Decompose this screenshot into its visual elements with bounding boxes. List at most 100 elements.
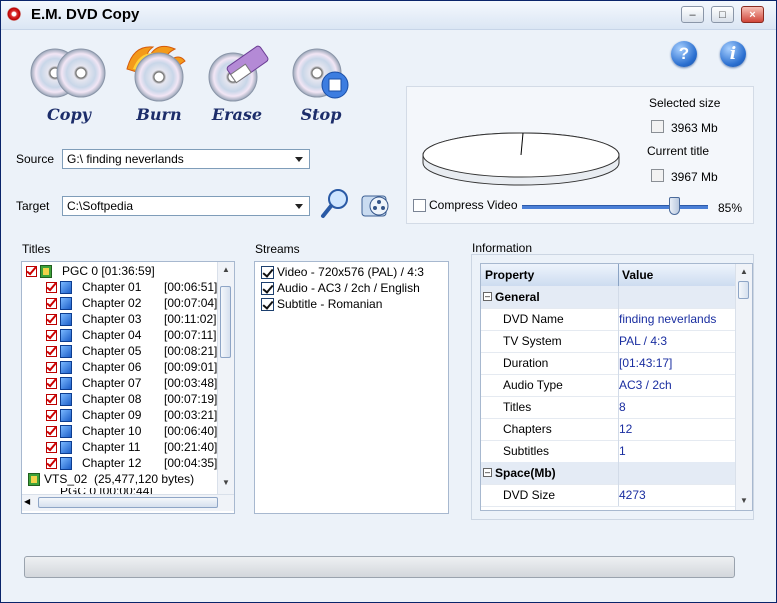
- information-frame: Property Value – General DVD Name finding …: [471, 254, 754, 520]
- current-title-label: Current title: [647, 144, 710, 158]
- information-scroll-thumb[interactable]: [738, 281, 749, 299]
- titles-vscroll[interactable]: ▲ ▼: [217, 262, 234, 494]
- close-button[interactable]: ×: [741, 6, 764, 23]
- film-reel-button[interactable]: [359, 186, 393, 220]
- grid-row[interactable]: Audio Type AC3 / 2ch: [481, 374, 737, 397]
- titles-scroll-thumb[interactable]: [220, 286, 231, 358]
- checked-icon[interactable]: [46, 410, 57, 421]
- property-grid[interactable]: Property Value – General DVD Name finding …: [480, 263, 753, 511]
- collapse-icon[interactable]: –: [483, 292, 492, 301]
- category-space[interactable]: – Space(Mb): [481, 462, 737, 485]
- property-name: Titles: [503, 400, 532, 414]
- chapter-icon: [60, 345, 72, 358]
- burn-button[interactable]: Burn: [119, 39, 199, 131]
- grid-row[interactable]: DVD Name finding neverlands: [481, 308, 737, 331]
- chapter-icon: [60, 441, 72, 454]
- film-icon: [28, 473, 40, 486]
- about-icon[interactable]: i: [720, 41, 746, 67]
- chapter-row[interactable]: Chapter 12 [00:04:35]: [26, 456, 217, 472]
- titles-hscroll[interactable]: ◀: [22, 494, 234, 511]
- streams-group-label: Streams: [255, 242, 300, 256]
- stream-subtitle-checkbox[interactable]: [261, 298, 274, 311]
- checked-icon[interactable]: [46, 314, 57, 325]
- checked-icon[interactable]: [46, 362, 57, 373]
- chapter-row[interactable]: Chapter 11 [00:21:40]: [26, 440, 217, 456]
- target-select[interactable]: C:\Softpedia: [62, 196, 310, 216]
- app-disc-icon: [7, 7, 21, 21]
- compress-video-label[interactable]: Compress Video: [429, 198, 518, 212]
- grid-row[interactable]: Subtitles 1: [481, 440, 737, 463]
- chapter-time: [00:03:48]: [164, 376, 218, 390]
- compression-slider[interactable]: [522, 205, 708, 209]
- scroll-up-icon[interactable]: ▲: [219, 263, 233, 277]
- chapter-row[interactable]: Chapter 10 [00:06:40]: [26, 424, 218, 440]
- checked-icon[interactable]: [46, 346, 57, 357]
- compression-slider-thumb[interactable]: [669, 197, 681, 215]
- scroll-down-icon[interactable]: ▼: [219, 476, 233, 490]
- chapter-time: [00:06:40]: [164, 424, 218, 438]
- chapter-row[interactable]: Chapter 07 [00:03:48]: [26, 376, 218, 392]
- help-icon[interactable]: ?: [671, 41, 697, 67]
- chapter-row[interactable]: Chapter 04 [00:07:11]: [26, 328, 217, 344]
- category-general[interactable]: – General: [481, 286, 737, 309]
- col-property[interactable]: Property: [485, 268, 534, 282]
- col-value[interactable]: Value: [622, 268, 653, 282]
- streams-list[interactable]: Video - 720x576 (PAL) / 4:3 Audio - AC3 …: [254, 261, 449, 514]
- target-label: Target: [16, 199, 50, 213]
- film-icon: [40, 265, 52, 278]
- information-vscroll[interactable]: ▲ ▼: [735, 264, 752, 510]
- tree-vts[interactable]: VTS_02 (25,477,120 bytes): [26, 472, 226, 488]
- title-bar[interactable]: E.M. DVD Copy – □ ×: [1, 1, 776, 30]
- chapter-name: Chapter 10: [82, 424, 142, 438]
- chapter-row[interactable]: Chapter 01 [00:06:51]: [26, 280, 217, 296]
- scroll-down-icon[interactable]: ▼: [737, 494, 751, 508]
- chapter-row[interactable]: Chapter 02 [00:07:04]: [26, 296, 217, 312]
- chapter-icon: [60, 361, 72, 374]
- stream-audio-checkbox[interactable]: [261, 282, 274, 295]
- checked-icon[interactable]: [26, 266, 37, 277]
- checked-icon[interactable]: [46, 458, 57, 469]
- information-group-label: Information: [472, 241, 533, 255]
- checked-icon[interactable]: [46, 394, 57, 405]
- chapter-row[interactable]: Chapter 09 [00:03:21]: [26, 408, 217, 424]
- chapter-icon: [60, 409, 72, 422]
- checked-icon[interactable]: [46, 330, 57, 341]
- stop-button[interactable]: Stop: [281, 39, 361, 131]
- chapter-name: Chapter 03: [82, 312, 142, 326]
- collapse-icon[interactable]: –: [483, 468, 492, 477]
- checked-icon[interactable]: [46, 298, 57, 309]
- chapter-name: Chapter 04: [82, 328, 142, 342]
- titles-tree[interactable]: PGC 0 [01:36:59] Chapter 01 [00:06:51] Cha…: [21, 261, 235, 514]
- vts-bytes: (25,477,120 bytes): [94, 472, 195, 486]
- erase-button[interactable]: Erase: [197, 39, 277, 131]
- checked-icon[interactable]: [46, 282, 57, 293]
- minimize-button[interactable]: –: [681, 6, 704, 23]
- property-value: PAL / 4:3: [619, 334, 668, 348]
- compression-percent: 85%: [718, 201, 743, 215]
- chapter-row[interactable]: Chapter 05 [00:08:21]: [26, 344, 217, 360]
- chapter-row[interactable]: Chapter 06 [00:09:01]: [26, 360, 217, 376]
- checked-icon[interactable]: [46, 442, 57, 453]
- checked-icon[interactable]: [46, 426, 57, 437]
- property-name: Audio Type: [503, 378, 563, 392]
- grid-row[interactable]: Duration [01:43:17]: [481, 352, 737, 375]
- selected-size-indicator: [651, 120, 664, 133]
- chapter-row[interactable]: Chapter 08 [00:07:19]: [26, 392, 217, 408]
- grid-row[interactable]: Titles 8: [481, 396, 737, 419]
- maximize-button[interactable]: □: [711, 6, 734, 23]
- compress-video-checkbox[interactable]: [413, 199, 426, 212]
- scroll-left-icon[interactable]: ◀: [24, 497, 30, 506]
- grid-row[interactable]: DVD Size 4273: [481, 484, 737, 507]
- browse-target-button[interactable]: [319, 186, 353, 220]
- stream-video-checkbox[interactable]: [261, 266, 274, 279]
- grid-row[interactable]: Chapters 12: [481, 418, 737, 441]
- grid-row[interactable]: TV System PAL / 4:3: [481, 330, 737, 353]
- chapter-icon: [60, 297, 72, 310]
- titles-hscroll-thumb[interactable]: [38, 497, 218, 508]
- scroll-up-icon[interactable]: ▲: [737, 265, 751, 279]
- checked-icon[interactable]: [46, 378, 57, 389]
- source-select[interactable]: G:\ finding neverlands: [62, 149, 310, 169]
- chapter-row[interactable]: Chapter 03 [00:11:02]: [26, 312, 217, 328]
- tree-root-pgc[interactable]: PGC 0 [01:36:59]: [26, 264, 226, 280]
- copy-button[interactable]: Copy: [29, 39, 109, 131]
